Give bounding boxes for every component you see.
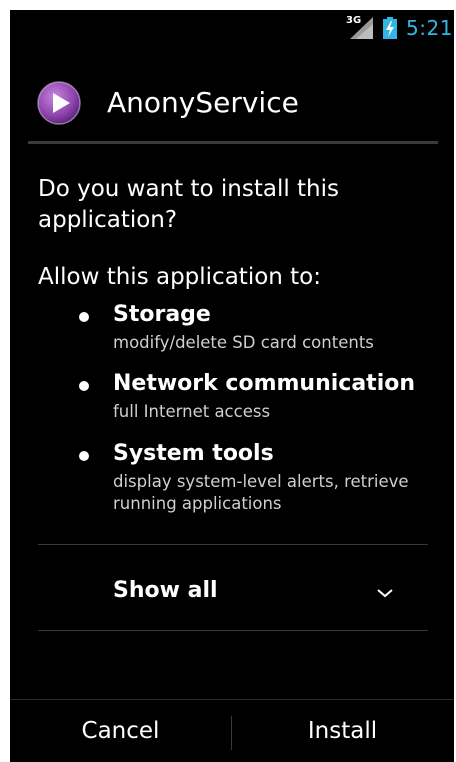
clock: 5:21 (406, 16, 453, 40)
allow-heading: Allow this application to: (38, 264, 322, 290)
permission-description: modify/delete SD card contents (113, 333, 374, 352)
play-icon (37, 81, 81, 125)
bullet-icon (79, 381, 89, 391)
network-type: 3G (346, 15, 362, 26)
header-divider (28, 141, 438, 144)
bullet-icon (79, 312, 89, 322)
permission-title: Storage (113, 302, 211, 327)
permission-description: display system-level alerts, retrieve ru… (113, 472, 409, 513)
status-bar: 3G 5:21 (10, 10, 454, 44)
install-screen: 3G 5:21 AnonyService Do you want to inst… (10, 10, 454, 762)
bullet-icon (79, 451, 89, 461)
permission-title: System tools (113, 441, 274, 466)
divider (38, 544, 428, 545)
install-question: Do you want to install this application? (38, 176, 339, 233)
cancel-button[interactable]: Cancel (10, 700, 231, 762)
app-name: AnonyService (107, 86, 299, 119)
show-all-button[interactable]: Show all (10, 564, 454, 630)
divider (38, 630, 428, 631)
show-all-label: Show all (113, 578, 218, 603)
permission-description: full Internet access (113, 402, 271, 421)
permission-title: Network communication (113, 371, 416, 396)
chevron-down-icon (377, 589, 393, 598)
install-button[interactable]: Install (232, 700, 453, 762)
battery-charging-icon (383, 17, 397, 39)
